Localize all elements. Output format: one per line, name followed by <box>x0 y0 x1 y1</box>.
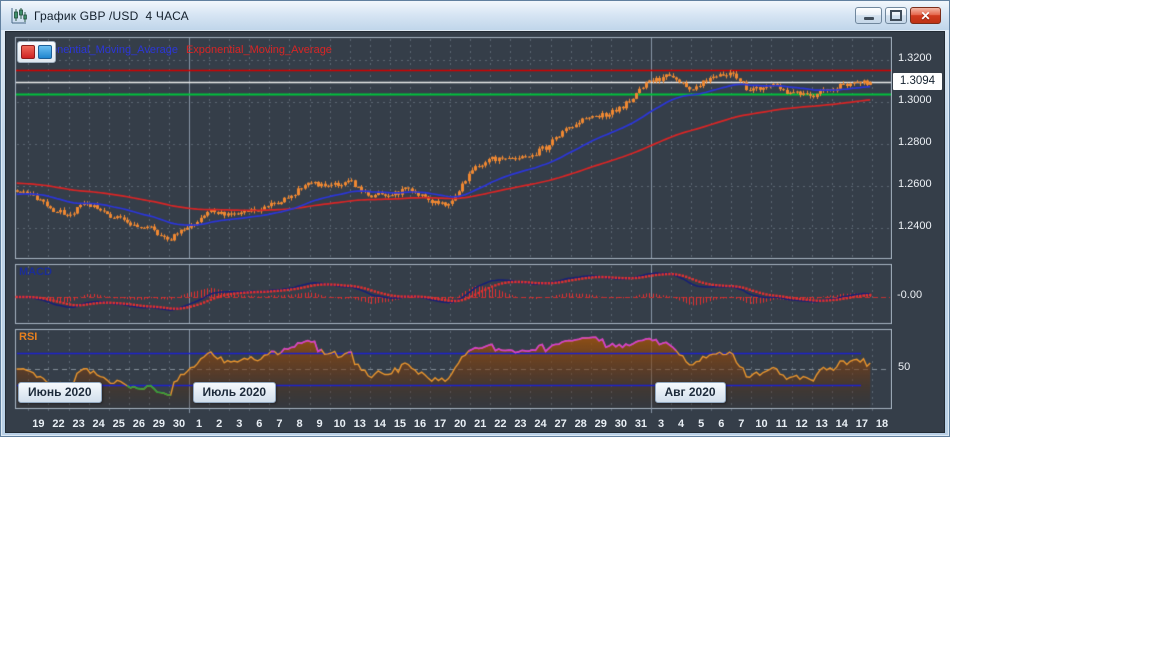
title-bar[interactable]: График GBP /USD 4 ЧАСА ✕ <box>1 1 949 30</box>
candlestick-chart-icon <box>10 7 28 25</box>
window-controls: ✕ <box>855 7 941 24</box>
price-axis-tick: 1.2600 <box>898 178 932 191</box>
restore-button[interactable] <box>885 7 907 24</box>
close-button[interactable]: ✕ <box>910 7 941 24</box>
window-title: График GBP /USD 4 ЧАСА <box>34 8 189 23</box>
minimize-button[interactable] <box>855 7 882 24</box>
x-axis-label: 18 <box>875 418 889 430</box>
month-label-june: Июнь 2020 <box>18 382 102 403</box>
price-axis-tick: 1.2400 <box>898 220 932 233</box>
macd-panel-label: MACD <box>19 266 52 278</box>
legend: Exponential_Moving_Average Exponential_M… <box>32 44 332 56</box>
close-icon: ✕ <box>920 8 931 23</box>
restore-icon <box>890 10 902 21</box>
current-price-box: 1.3094 <box>893 73 942 91</box>
rsi-panel-label: RSI <box>19 331 38 343</box>
macd-axis-tick: -0.00 <box>897 289 923 301</box>
price-axis-tick: 1.2800 <box>898 136 932 149</box>
minimize-icon <box>863 17 874 20</box>
month-label-july: Июль 2020 <box>192 382 277 403</box>
month-label-august: Авг 2020 <box>654 382 726 403</box>
ema-slow-legend-label: Exponential_Moving_Average <box>185 44 332 56</box>
chart-client-area: Exponential_Moving_Average Exponential_M… <box>5 31 945 433</box>
ema-blue-swatch-button[interactable] <box>38 45 52 59</box>
price-chart-canvas[interactable] <box>14 36 892 421</box>
price-axis-tick: 1.3200 <box>898 52 932 65</box>
rsi-axis-tick: 50 <box>898 361 911 373</box>
price-axis-tick: 1.3000 <box>898 94 932 107</box>
indicator-swatch-buttons[interactable] <box>17 41 56 63</box>
ema-red-swatch-button[interactable] <box>21 45 35 59</box>
chart-window: График GBP /USD 4 ЧАСА ✕ Exponential_Mov… <box>0 0 950 437</box>
